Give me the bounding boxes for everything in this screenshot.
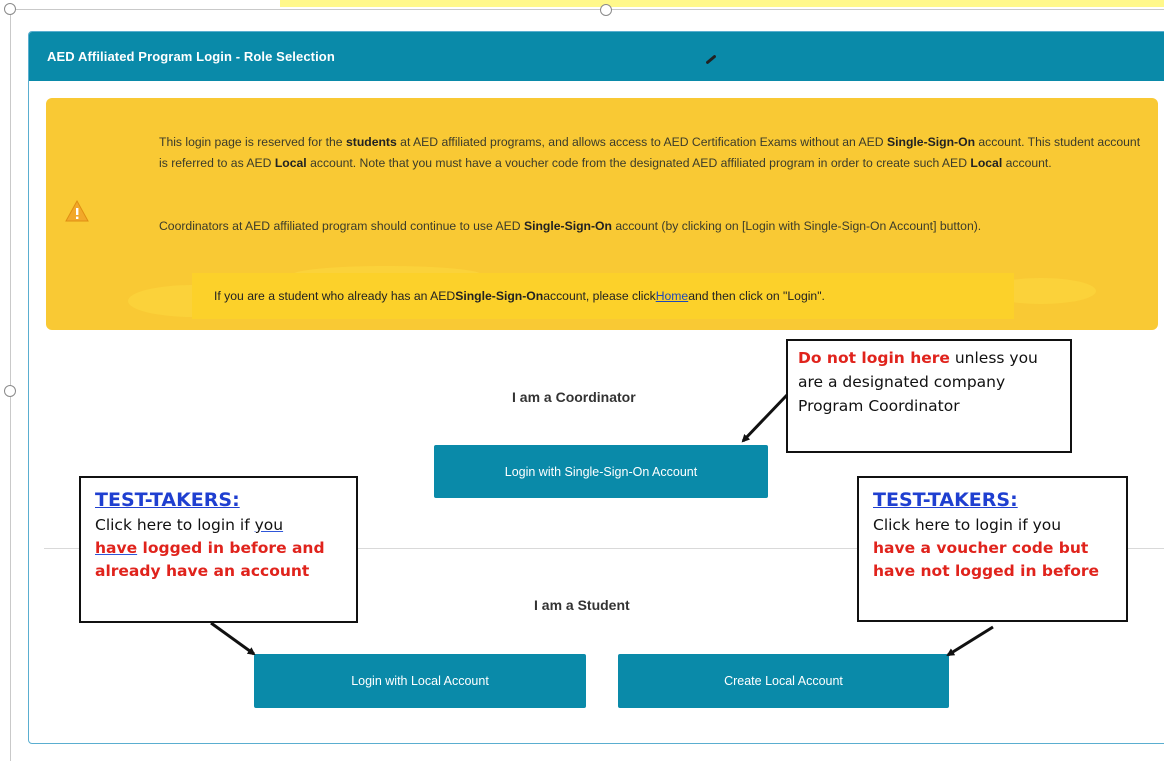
resize-handle[interactable] <box>4 3 16 15</box>
coordinator-heading: I am a Coordinator <box>512 389 636 405</box>
alert-text-run: Local <box>970 156 1003 170</box>
note-text-middle: account, please click <box>543 289 656 303</box>
callout-line: already have an account <box>95 562 310 580</box>
test-takers-create-callout: TEST-TAKERS: Click here to login if you … <box>857 476 1128 622</box>
alert-text-run: students <box>345 135 397 149</box>
callout-line-text: logged in before and <box>137 539 325 557</box>
alert-text-run: Coordinators at AED affiliated program s… <box>159 219 524 233</box>
info-alert: This login page is reserved for the stud… <box>46 98 1158 330</box>
callout-line: have a voucher code but <box>873 539 1089 557</box>
panel-title: AED Affiliated Program Login - Role Sele… <box>47 49 335 64</box>
callout-line: Click here to login if you <box>95 514 342 537</box>
alert-paragraph-students: This login page is reserved for the stud… <box>159 132 1142 174</box>
note-text-bold: Single-Sign-On <box>455 289 544 303</box>
test-takers-login-callout: TEST-TAKERS: Click here to login if you … <box>79 476 358 623</box>
alert-text-run: account. Note that you must have a vouch… <box>306 156 971 170</box>
alert-text-run: account (by clicking on [Login with Sing… <box>611 219 982 233</box>
login-local-button[interactable]: Login with Local Account <box>254 654 586 708</box>
login-sso-button[interactable]: Login with Single-Sign-On Account <box>434 445 768 498</box>
warning-icon <box>65 199 89 222</box>
callout-line: have not logged in before <box>873 562 1100 580</box>
note-text-before: If you are a student who already has an … <box>214 289 456 303</box>
resize-handle[interactable] <box>600 4 612 16</box>
callout-title: TEST-TAKERS: <box>873 489 1018 511</box>
callout-line: Click here to login if you <box>873 516 1062 534</box>
alert-paragraph-coordinators: Coordinators at AED affiliated program s… <box>159 216 1142 237</box>
selection-frame-top <box>10 9 1164 10</box>
alert-text-run: account. <box>1002 156 1052 170</box>
create-local-account-button[interactable]: Create Local Account <box>618 654 949 708</box>
callout-title: TEST-TAKERS: <box>95 489 240 511</box>
alert-text-run: This login page is reserved for the <box>159 135 346 149</box>
coordinator-callout: Do not login here unless you are a desig… <box>786 339 1072 453</box>
alert-text-run: Local <box>274 156 307 170</box>
highlight-strip <box>280 0 1164 7</box>
callout-line-text: Click here to login if <box>95 516 255 534</box>
coordinator-callout-warning: Do not login here <box>798 349 950 367</box>
student-sso-note: If you are a student who already has an … <box>192 273 1014 319</box>
alert-text-run: Single-Sign-On <box>887 135 976 149</box>
callout-line-text: you <box>254 516 284 534</box>
callout-line: have logged in before and <box>95 537 342 560</box>
student-heading: I am a Student <box>534 597 630 613</box>
alert-text-run: at AED affiliated programs, and allows a… <box>396 135 887 149</box>
alert-text-run: Single-Sign-On <box>523 219 612 233</box>
panel-header: AED Affiliated Program Login - Role Sele… <box>29 32 1164 81</box>
resize-handle[interactable] <box>4 385 16 397</box>
home-link[interactable]: Home <box>656 289 689 303</box>
callout-line-text: have <box>95 539 138 557</box>
note-text-after: and then click on "Login". <box>688 289 825 303</box>
